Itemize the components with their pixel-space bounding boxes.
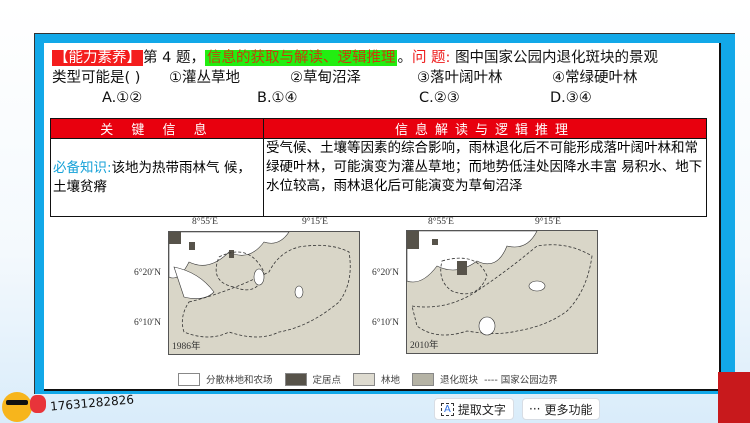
legend-label: 退化斑块 [440, 375, 479, 386]
extract-text-label: 提取文字 [457, 402, 506, 417]
text-scan-icon: A [441, 402, 454, 416]
option-item-4: ④常绿硬叶林 [552, 70, 638, 86]
decorative-image [718, 372, 750, 423]
question-stem-2: 类型可能是( ) [52, 70, 141, 86]
question-label: 问 题: [411, 50, 451, 66]
more-icon: ··· [529, 402, 541, 416]
choice-a[interactable]: A.①② [102, 89, 142, 108]
ability-tag: 【能力素养】 [52, 50, 143, 66]
choice-d[interactable]: D.③④ [550, 89, 592, 108]
legend-label: 分散林地和农场 [206, 375, 273, 386]
legend-swatch-scattered [178, 372, 200, 386]
phone-number: 17631282826 [49, 392, 135, 414]
period: 。 [397, 50, 412, 66]
legend-label-boundary: ---- 国家公园边界 [484, 375, 558, 386]
map-legend: 分散林地和农场 定居点 林地 退化斑块 ---- 国家公园边界 [178, 372, 558, 386]
option-item-1: ①灌丛草地 [169, 70, 240, 86]
question-number: 第 4 题， [143, 50, 205, 66]
slide-content [44, 43, 721, 391]
question-line-1: 【能力素养】第 4 题， 信息的获取与解读、逻辑推理 。问 题: 图中国家公园内退化… [52, 49, 658, 68]
option-item-2: ②草甸沼泽 [290, 70, 361, 86]
skill-highlight: 信息的获取与解读、逻辑推理 [204, 50, 398, 66]
extract-text-button[interactable]: A 提取文字 [434, 398, 514, 420]
map2-lat-1: 6°20′N [372, 268, 399, 278]
header-reasoning: 信息解读与逻辑推理 [263, 118, 707, 139]
map-1986: 1986年 [168, 231, 360, 355]
choice-c[interactable]: C.②③ [419, 89, 460, 108]
map-2010: 2010年 [406, 230, 598, 354]
legend-label: 林地 [381, 375, 401, 386]
question-line-2: 类型可能是( ) ①灌丛草地 ②草甸沼泽 ③落叶阔叶林 ④常绿硬叶林 [52, 69, 638, 88]
map1-year: 1986年 [172, 342, 201, 352]
question-stem: 图中国家公园内退化斑块的景观 [455, 50, 659, 66]
map-1986-drawing [169, 232, 351, 338]
megaphone-icon [30, 395, 46, 413]
map2-lon-2: 9°15′E [535, 217, 561, 227]
map1-lat-2: 6°10′N [134, 318, 161, 328]
map1-lat-1: 6°20′N [134, 268, 161, 278]
key-info-cell: 必备知识:该地为热带雨林气 候，土壤贫瘠 [50, 138, 264, 217]
reasoning-cell: 受气候、土壤等因素的综合影响，雨林退化后不可能形成落叶阔叶林和常绿硬叶林，可能演… [263, 138, 707, 217]
legend-swatch-forest [353, 372, 376, 386]
analysis-table: 关 键 信 息信息解读与逻辑推理 必备知识:该地为热带雨林气 候，土壤贫瘠 受气… [50, 118, 707, 217]
option-item-3: ③落叶阔叶林 [417, 70, 503, 86]
legend-label: 定居点 [312, 375, 342, 386]
map2-lon-1: 8°55′E [428, 217, 454, 227]
map1-lon-2: 9°15′E [302, 217, 328, 227]
map2-year: 2010年 [410, 341, 439, 351]
map2-lat-2: 6°10′N [372, 318, 399, 328]
choice-b[interactable]: B.①④ [257, 89, 298, 108]
map1-lon-1: 8°55′E [192, 217, 218, 227]
legend-swatch-settlement [284, 372, 307, 386]
legend-swatch-degraded [412, 372, 435, 386]
key-label: 必备知识: [53, 159, 112, 176]
emoji-avatar [2, 392, 32, 422]
more-functions-button[interactable]: ··· 更多功能 [522, 398, 600, 420]
more-functions-label: 更多功能 [544, 402, 593, 417]
map-2010-drawing [407, 231, 593, 336]
header-key-info: 关 键 信 息 [50, 118, 264, 139]
